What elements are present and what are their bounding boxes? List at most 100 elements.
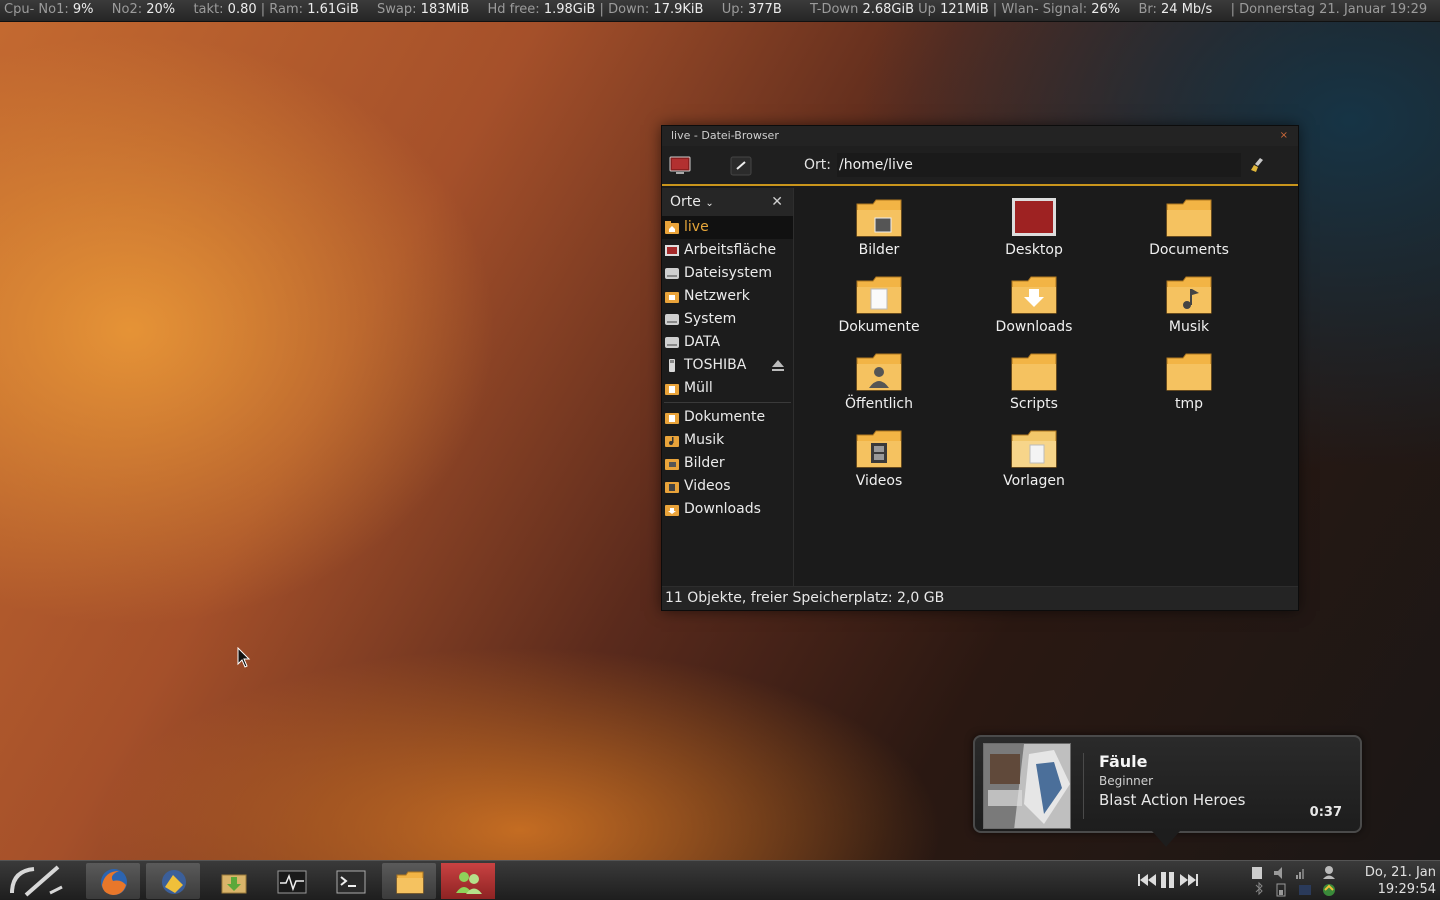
taskbar-file-manager[interactable]	[146, 863, 200, 899]
folder-item-documents[interactable]: Documents	[1124, 196, 1254, 258]
sidebar-item-videos[interactable]: Videos	[662, 475, 793, 498]
sidebar-divider	[664, 402, 791, 403]
close-window-button[interactable]: ×	[1280, 126, 1288, 146]
folder-item-oeffentlich[interactable]: Öffentlich	[814, 350, 944, 412]
folder-icon	[1011, 353, 1057, 391]
cpu-value: 9%	[72, 2, 94, 17]
item-label: Documents	[1149, 242, 1229, 258]
sidebar-item-netzwerk[interactable]: Netzwerk	[662, 285, 793, 308]
folder-item-vorlagen[interactable]: Vorlagen	[969, 427, 1099, 489]
sidebar-item-label: Müll	[684, 380, 713, 396]
clock[interactable]: Do, 21. Jan 19:29:54	[1356, 864, 1436, 898]
taskbar-users[interactable]	[441, 863, 495, 899]
divider	[1083, 753, 1084, 819]
users-icon	[456, 872, 482, 894]
taskbar-package-manager[interactable]	[206, 863, 260, 899]
menu-logo-icon	[10, 865, 63, 897]
now-playing-notification[interactable]: Fäule Beginner Blast Action Heroes 0:37	[973, 735, 1362, 833]
taskbar-terminal[interactable]	[323, 863, 377, 899]
track-time: 0:37	[1309, 805, 1342, 820]
sidebar-item-label: Downloads	[684, 501, 761, 517]
clear-location-icon[interactable]	[1250, 157, 1266, 173]
sidebar-item-muell[interactable]: Müll	[662, 377, 793, 400]
home-folder-icon	[665, 221, 679, 234]
pause-icon	[1161, 872, 1174, 888]
location-label: Ort:	[804, 157, 831, 173]
notification-pointer	[1152, 831, 1180, 847]
toolbar: Ort:	[662, 146, 1298, 186]
track-artist: Beginner	[1099, 774, 1154, 788]
eject-icon[interactable]	[771, 359, 785, 372]
swap-value: 183MiB	[420, 2, 470, 17]
item-label: Scripts	[1010, 396, 1058, 412]
folder-item-tmp[interactable]: tmp	[1124, 350, 1254, 412]
taskbar-firefox[interactable]	[86, 863, 140, 899]
terminal-icon	[336, 870, 366, 894]
up-label: Up:	[721, 2, 744, 17]
menu-button[interactable]	[4, 863, 66, 899]
sidebar-item-system[interactable]: System	[662, 308, 793, 331]
folder-item-musik[interactable]: Musik	[1124, 273, 1254, 335]
system-tray[interactable]	[1248, 863, 1344, 899]
swap-label: Swap:	[377, 2, 417, 17]
videos-folder-icon	[665, 482, 679, 493]
file-manager-icon	[162, 870, 186, 894]
drive-icon	[665, 337, 679, 348]
sidebar-item-musik[interactable]: Musik	[662, 429, 793, 452]
folder-item-dokumente[interactable]: Dokumente	[814, 273, 944, 335]
tup-label: Up	[918, 2, 936, 17]
sidebar-item-data[interactable]: DATA	[662, 331, 793, 354]
edit-location-icon[interactable]	[730, 156, 752, 176]
track-album: Blast Action Heroes	[1099, 791, 1246, 809]
folder-item-downloads[interactable]: Downloads	[969, 273, 1099, 335]
folder-item-videos[interactable]: Videos	[814, 427, 944, 489]
sidebar-header[interactable]: Orte ⌄ ✕	[662, 188, 793, 216]
sidebar-item-dokumente[interactable]: Dokumente	[662, 406, 793, 429]
sidebar-item-downloads[interactable]: Downloads	[662, 498, 793, 521]
taskbar: Do, 21. Jan 19:29:54	[0, 860, 1440, 900]
clipboard-icon	[1252, 867, 1262, 879]
item-label: Vorlagen	[1003, 473, 1065, 489]
sidebar-item-dateisystem[interactable]: Dateisystem	[662, 262, 793, 285]
sidebar-item-arbeitsflaeche[interactable]: Arbeitsfläche	[662, 239, 793, 262]
item-label: tmp	[1174, 396, 1203, 412]
up-value: 377B	[748, 2, 782, 17]
next-track-icon	[1180, 874, 1198, 886]
music-folder-icon	[665, 436, 679, 447]
separator: |	[260, 2, 266, 17]
network-icon	[1299, 885, 1311, 895]
sidebar-item-toshiba[interactable]: TOSHIBA	[662, 354, 793, 377]
usb-icon	[669, 359, 675, 372]
computer-icon[interactable]	[669, 156, 691, 176]
hd-label: Hd free:	[487, 2, 540, 17]
sidebar-item-label: System	[684, 311, 737, 327]
pictures-folder-icon	[665, 459, 679, 470]
user-icon	[1323, 866, 1335, 879]
sidebar-item-label: Bilder	[684, 455, 725, 471]
clock-time: 19:29:54	[1377, 882, 1436, 897]
desktop-folder-icon	[1012, 198, 1056, 236]
sidebar-item-bilder[interactable]: Bilder	[662, 452, 793, 475]
ram-value: 1.61GiB	[307, 2, 359, 17]
br-value: 24 Mb/s	[1161, 2, 1213, 17]
places-sidebar: Orte ⌄ ✕ live Arbeitsfläche Dateisystem …	[662, 188, 794, 588]
downloads-folder-icon	[1011, 276, 1057, 314]
documents-folder-icon	[856, 276, 902, 314]
taskbar-file-browser[interactable]	[382, 863, 436, 899]
wlan-value: 26%	[1091, 2, 1121, 17]
taskbar-system-monitor[interactable]	[264, 863, 318, 899]
no2-label: No2:	[111, 2, 143, 17]
package-icon	[221, 874, 247, 894]
folder-item-scripts[interactable]: Scripts	[969, 350, 1099, 412]
date-text: Donnerstag 21. Januar 19:29	[1239, 2, 1428, 17]
item-label: Downloads	[995, 319, 1073, 335]
window-titlebar[interactable]: live - Datei-Browser ×	[662, 126, 1298, 146]
folder-item-bilder[interactable]: Bilder	[814, 196, 944, 258]
location-input[interactable]	[837, 153, 1241, 177]
folder-item-desktop[interactable]: Desktop	[969, 196, 1099, 258]
close-sidebar-button[interactable]: ✕	[771, 188, 783, 216]
media-controls[interactable]	[1136, 869, 1202, 891]
hd-value: 1.98GiB	[543, 2, 596, 17]
sidebar-item-live[interactable]: live	[662, 216, 793, 239]
br-label: Br:	[1138, 2, 1157, 17]
